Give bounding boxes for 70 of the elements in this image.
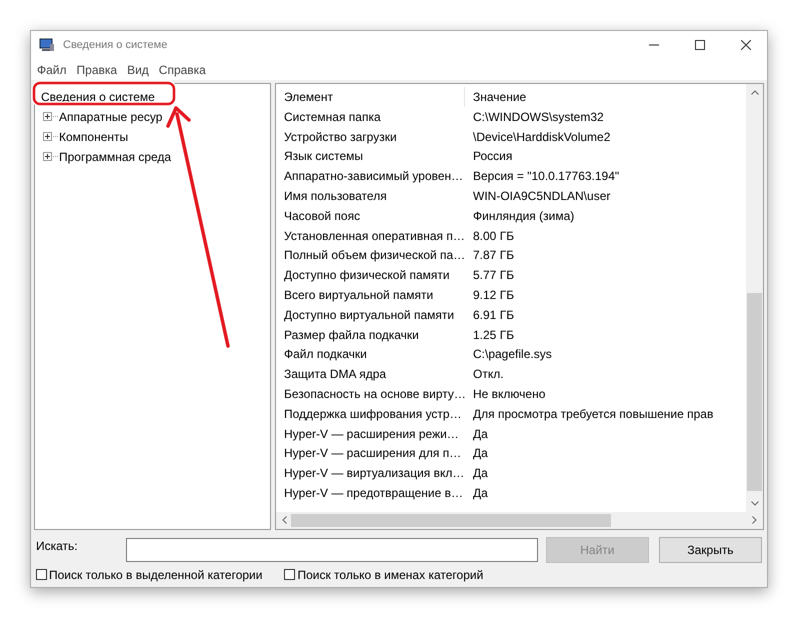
expand-icon[interactable] — [43, 132, 52, 142]
table-cell-text: Финляндия (зима) — [472, 208, 574, 223]
table-cell-text: WIN-OIA9C5NDLAN\user — [472, 188, 610, 203]
tree-item[interactable]: Сведения о системе — [39, 86, 266, 107]
table-cell-text: 7.87 ГБ — [472, 248, 514, 262]
column-header[interactable]: Элемент — [276, 86, 465, 107]
table-cell-text: C:\pagefile.sys — [472, 347, 552, 362]
vertical-scrollbar[interactable] — [746, 84, 763, 512]
table-cell-text: Версия = "10.0.17763.194" — [472, 169, 620, 184]
table-cell-text: Россия — [472, 149, 512, 164]
table-cell-text: Файл подкачки — [283, 347, 368, 362]
table-cell-text: 8.00 ГБ — [472, 228, 514, 243]
table-cell-text: Да — [472, 426, 488, 441]
table-cell-text: Полный объем физической па… — [283, 248, 465, 262]
table-cell-text: Hyper-V — расширения режи… — [283, 426, 460, 441]
close-button[interactable]: Закрыть — [658, 536, 762, 563]
search-label: Искать: — [36, 538, 79, 553]
table-cell-text: Hyper-V — расширения для п… — [283, 446, 462, 460]
table-cell-text: 9.12 ГБ — [472, 288, 514, 302]
close-icon[interactable] — [741, 40, 751, 50]
table-cell-text: 1.25 ГБ — [472, 328, 514, 342]
table-cell-text: \Device\HarddiskVolume2 — [472, 130, 610, 144]
column-header[interactable]: Значение — [465, 86, 526, 107]
search-field[interactable] — [126, 538, 538, 562]
tree-item[interactable]: Аппаратные ресур — [59, 110, 162, 124]
computer-icon — [39, 38, 55, 52]
table-cell-text: Hyper-V — виртуализация вкл… — [283, 466, 465, 480]
table-cell-text: Поддержка шифрования устр… — [283, 406, 463, 421]
table-cell-text: Защита DMA ядра — [283, 367, 388, 382]
table-cell-text: Установленная оперативная п… — [283, 228, 465, 243]
tree-item[interactable]: Программная среда — [59, 150, 172, 164]
table-cell-text: Размер файла подкачки — [283, 328, 420, 342]
expand-icon[interactable] — [43, 112, 52, 122]
table-cell-text: Не включено — [472, 386, 546, 401]
table-cell-text: Имя пользователя — [283, 188, 388, 203]
maximize-icon[interactable] — [695, 40, 705, 50]
checkbox[interactable] — [284, 569, 296, 580]
menu-item[interactable]: Правка — [76, 62, 118, 77]
tree-item[interactable]: Компоненты — [59, 130, 128, 144]
menu-item[interactable]: Вид — [127, 62, 149, 77]
scroll-left-icon[interactable] — [282, 516, 287, 524]
table-cell-text: Доступно виртуальной памяти — [283, 308, 456, 322]
table-cell-text: Для просмотра требуется повышение прав — [472, 406, 714, 421]
checkbox[interactable] — [36, 569, 47, 580]
scroll-up-icon[interactable] — [750, 90, 758, 95]
table-cell-text: Системная папка — [283, 110, 382, 124]
table-cell-text: C:\WINDOWS\system32 — [472, 110, 604, 124]
horizontal-scrollbar[interactable] — [276, 512, 763, 529]
window-title: Сведения о системе — [63, 39, 168, 52]
table-cell-text: Аппаратно-зависимый уровен… — [283, 169, 464, 184]
scroll-down-icon[interactable] — [750, 500, 758, 506]
checkbox-label[interactable]: Поиск только в выделенной категории — [49, 568, 262, 582]
table-cell-text: Устройство загрузки — [283, 130, 398, 144]
table-cell-text: Да — [472, 486, 488, 500]
table-cell-text: Безопасность на основе вирту… — [283, 386, 465, 401]
table-cell-text: Да — [472, 466, 488, 480]
checkbox-label[interactable]: Поиск только в именах категорий — [297, 568, 484, 582]
table-cell-text: Откл. — [472, 367, 504, 382]
table-cell-text: Hyper-V — предотвращение в… — [283, 486, 464, 500]
table-cell-text: Да — [472, 446, 488, 460]
menu-item[interactable]: Справка — [158, 62, 206, 77]
table-cell-text: 5.77 ГБ — [472, 268, 514, 282]
table-cell-text: 6.91 ГБ — [472, 308, 514, 322]
table-cell-text: Часовой пояс — [283, 208, 362, 223]
table-cell-text: Доступно физической памяти — [283, 268, 451, 282]
expand-icon[interactable] — [43, 152, 52, 162]
scroll-right-icon[interactable] — [752, 516, 757, 524]
table-cell-text: Всего виртуальной памяти — [283, 288, 434, 302]
menu-item[interactable]: Файл — [37, 62, 67, 77]
table-cell-text: Язык системы — [283, 149, 364, 164]
